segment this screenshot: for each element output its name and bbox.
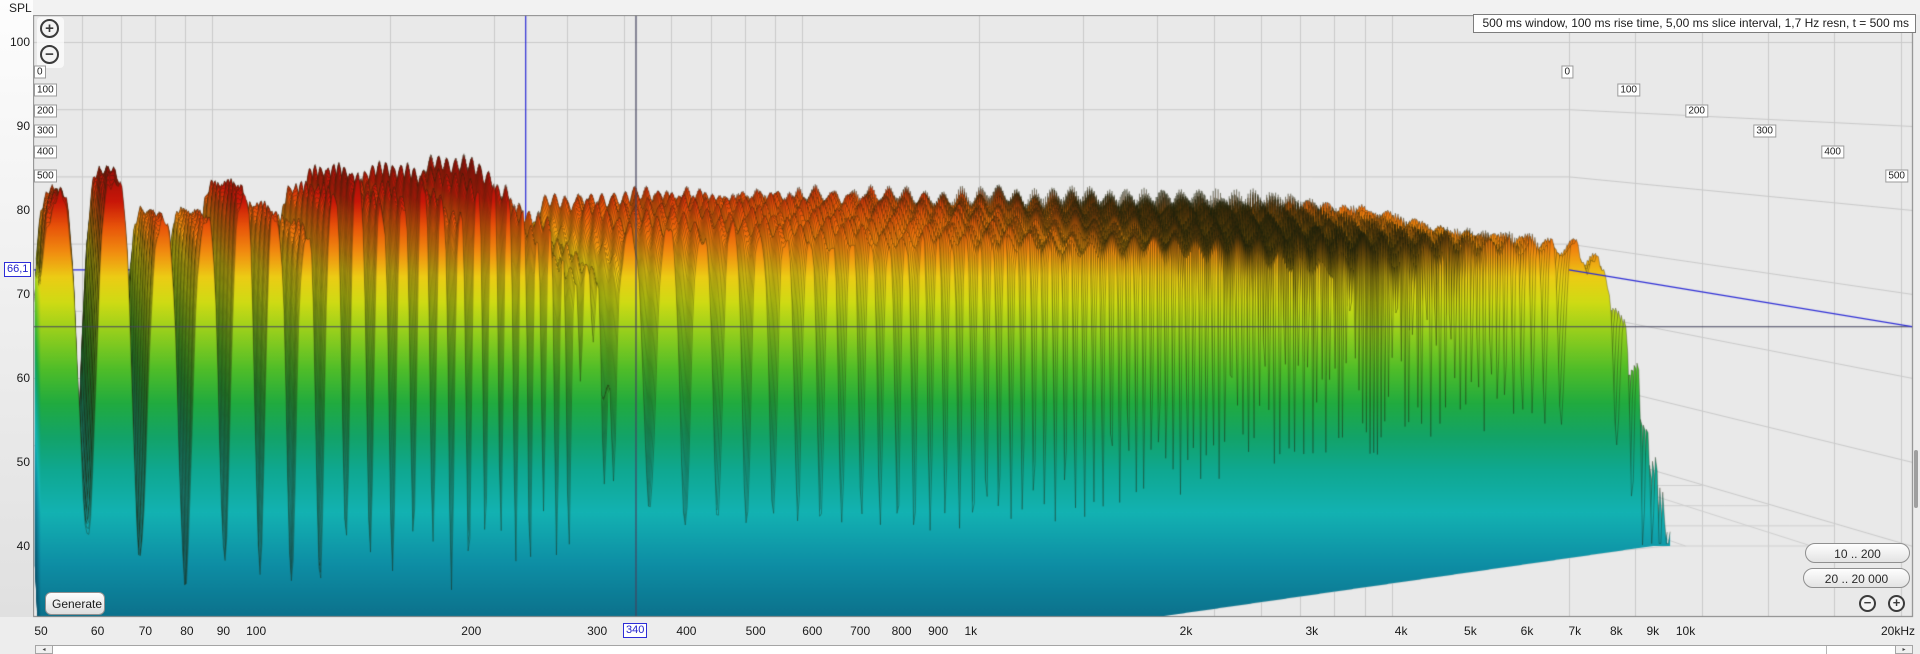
freq-tick-label: 700 (850, 624, 871, 638)
freq-tick-label: 300 (587, 624, 608, 638)
freq-tick-label: 10k (1675, 624, 1696, 638)
cursor-spl-readout: 66,1 (4, 261, 32, 277)
rew-spl-waterfall-window: { "title": "SPL", "annotation": "500 ms … (0, 0, 1920, 654)
spl-tick-label: 100 (9, 35, 30, 49)
top-margin (0, 0, 1920, 15)
freq-tick-label: 3k (1305, 624, 1319, 638)
freq-tick-label: 20kHz (1880, 624, 1916, 638)
freq-tick-label: 4k (1394, 624, 1408, 638)
freq-tick-label: 2k (1179, 624, 1193, 638)
time-tick-label-right: 300 (1753, 124, 1776, 137)
freq-tick-label: 70 (138, 624, 153, 638)
freq-tick-label: 60 (90, 624, 105, 638)
spl-tick-label: 70 (16, 287, 30, 301)
time-tick-label-right: 400 (1821, 145, 1844, 159)
spl-axis-title: SPL (9, 1, 32, 15)
generate-button[interactable]: Generate (45, 592, 105, 615)
freq-tick-label: 50 (34, 624, 48, 638)
scroll-left-button[interactable]: ◂ (35, 645, 53, 654)
spl-tick-label: 90 (16, 119, 30, 133)
plus-circle-icon: + (45, 20, 54, 37)
waterfall-plot-canvas[interactable] (0, 0, 1920, 654)
time-tick-label-left: 100 (34, 83, 57, 97)
freq-tick-label: 400 (676, 624, 697, 638)
arrow-right-icon: ▸ (1902, 647, 1906, 653)
range-20-20000-button[interactable]: 20 .. 20 000 (1803, 568, 1910, 588)
time-tick-label-left: 400 (34, 145, 57, 159)
horizontal-scrollbar-track[interactable] (35, 645, 1913, 654)
minus-circle-icon: − (45, 46, 54, 63)
spl-tick-label: 80 (16, 203, 30, 217)
spl-tick-label: 40 (16, 539, 30, 553)
scroll-right-button[interactable]: ▸ (1895, 645, 1913, 654)
minus-circle-icon: − (1863, 595, 1872, 610)
freq-zoom-in-button[interactable]: + (1888, 595, 1905, 612)
time-tick-label-right: 0 (1561, 65, 1573, 78)
time-tick-label-left: 200 (34, 104, 57, 117)
time-tick-label-left: 300 (34, 124, 57, 137)
vertical-scrollbar-thumb[interactable] (1914, 450, 1918, 508)
freq-tick-label: 8k (1609, 624, 1623, 638)
freq-tick-label: 800 (891, 624, 912, 638)
time-tick-label-right: 100 (1617, 83, 1640, 97)
time-tick-label-left: 0 (34, 65, 46, 78)
freq-tick-label: 5k (1464, 624, 1477, 638)
time-tick-label-left: 500 (34, 169, 57, 183)
freq-tick-label: 90 (216, 624, 231, 638)
range-10-200-button[interactable]: 10 .. 200 (1805, 543, 1910, 563)
freq-tick-label: 1k (964, 624, 978, 638)
freq-tick-label: 80 (180, 624, 194, 638)
freq-tick-label: 9k (1646, 624, 1660, 638)
spl-tick-label: 50 (16, 455, 30, 469)
spl-tick-label: 60 (16, 371, 30, 385)
freq-tick-label: 6k (1520, 624, 1534, 638)
freq-tick-label: 500 (745, 624, 766, 638)
arrow-left-icon: ◂ (42, 647, 46, 653)
time-tick-label-right: 200 (1685, 104, 1708, 117)
cursor-frequency-readout: 340 (622, 623, 648, 638)
freq-tick-label: 100 (246, 624, 267, 638)
left-margin (0, 0, 33, 617)
measurement-settings-readout: 500 ms window, 100 ms rise time, 5,00 ms… (1473, 14, 1916, 33)
freq-zoom-out-button[interactable]: − (1859, 595, 1876, 612)
plus-circle-icon: + (1892, 595, 1901, 610)
freq-tick-label: 7k (1568, 624, 1582, 638)
freq-tick-label: 600 (802, 624, 823, 638)
scrollbar-thumb-edge[interactable] (1826, 646, 1827, 654)
freq-tick-label: 200 (461, 624, 482, 638)
zoom-out-button[interactable]: − (40, 45, 59, 64)
freq-tick-label: 900 (928, 624, 949, 638)
time-tick-label-right: 500 (1885, 169, 1908, 183)
zoom-in-button[interactable]: + (40, 19, 59, 38)
